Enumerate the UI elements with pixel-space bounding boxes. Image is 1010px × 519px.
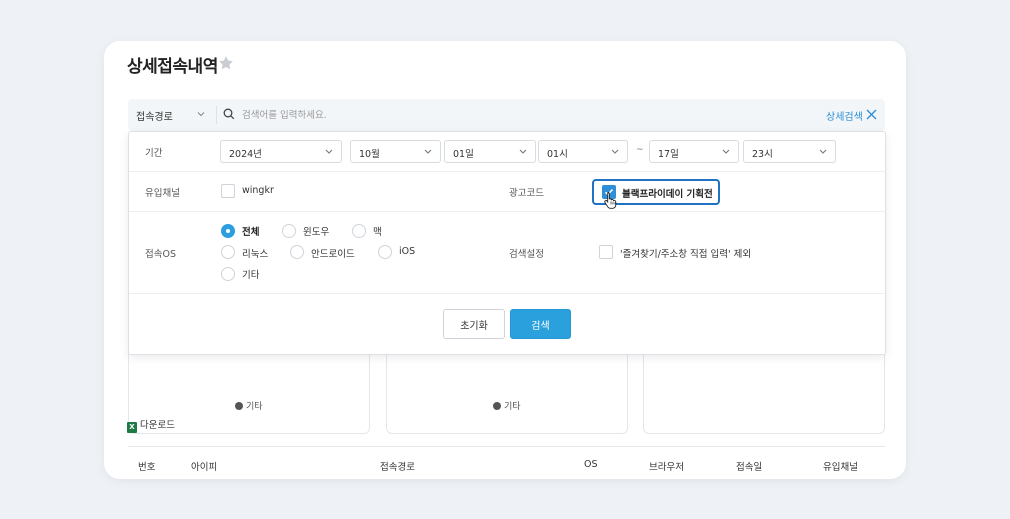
period-row: 기간 2024년 10월 01일 01시 ~ 17일 23시 bbox=[129, 132, 885, 172]
table-header-path: 접속경로 bbox=[380, 462, 415, 473]
table-divider bbox=[128, 446, 885, 447]
start-day-select[interactable]: 01일 bbox=[444, 140, 536, 163]
favorite-star-icon[interactable] bbox=[218, 55, 234, 71]
range-separator: ~ bbox=[636, 145, 644, 155]
search-icon bbox=[223, 108, 235, 120]
channel-row: 유입채널 wingkr 광고코드 bbox=[129, 172, 885, 212]
reset-button[interactable]: 초기화 bbox=[443, 309, 505, 339]
advanced-search-toggle[interactable]: 상세검색 bbox=[826, 108, 863, 123]
excel-icon: X bbox=[127, 422, 137, 433]
os-option-android: 안드로이드 bbox=[311, 249, 355, 260]
chevron-down-icon bbox=[325, 149, 333, 154]
table-header-number: 번호 bbox=[138, 462, 156, 473]
search-button[interactable]: 검색 bbox=[510, 309, 571, 339]
download-button[interactable]: X 다운로드 bbox=[127, 417, 175, 433]
os-option-linux: 리눅스 bbox=[242, 249, 269, 260]
chevron-down-icon bbox=[722, 149, 730, 154]
table-header-os: OS bbox=[584, 459, 598, 470]
divider bbox=[216, 106, 217, 124]
month-select[interactable]: 10월 bbox=[350, 140, 441, 163]
table-header-channel: 유입채널 bbox=[823, 462, 858, 473]
os-option-all: 전체 bbox=[242, 227, 260, 238]
os-option-ios: iOS bbox=[399, 246, 416, 257]
search-setting-checkbox[interactable] bbox=[599, 245, 613, 259]
search-bar: 접속경로 상세검색 bbox=[128, 99, 885, 131]
search-type-select[interactable]: 접속경로 bbox=[136, 108, 173, 123]
search-setting-label: 검색설정 bbox=[509, 249, 544, 260]
page-title: 상세접속내역 bbox=[127, 57, 218, 77]
legend-item: 기타 bbox=[493, 399, 521, 412]
year-select[interactable]: 2024년 bbox=[220, 140, 342, 163]
legend-item: 기타 bbox=[235, 399, 263, 412]
legend-dot bbox=[493, 402, 501, 410]
period-label: 기간 bbox=[145, 148, 163, 159]
chevron-down-icon bbox=[519, 149, 527, 154]
advanced-search-panel: 기간 2024년 10월 01일 01시 ~ 17일 23시 유입채널 wing… bbox=[128, 131, 886, 355]
ad-code-option-highlight[interactable]: 블랙프라이데이 기획전 bbox=[592, 179, 720, 209]
hand-cursor-icon bbox=[604, 192, 617, 209]
os-radio-windows[interactable] bbox=[282, 224, 296, 238]
os-option-windows: 윈도우 bbox=[303, 227, 330, 238]
os-row: 접속OS 전체 윈도우 맥 리눅스 안드로이드 iOS 기타 검색설정 '즐겨찾… bbox=[129, 212, 885, 294]
search-input[interactable] bbox=[242, 106, 762, 124]
end-day-select[interactable]: 17일 bbox=[649, 140, 739, 163]
ad-code-label: 광고코드 bbox=[509, 188, 544, 199]
table-header-browser: 브라우저 bbox=[649, 462, 684, 473]
chevron-down-icon bbox=[424, 149, 432, 154]
chevron-down-icon bbox=[611, 149, 619, 154]
start-hour-select[interactable]: 01시 bbox=[538, 140, 628, 163]
os-radio-other[interactable] bbox=[221, 267, 235, 281]
channel-checkbox[interactable] bbox=[221, 184, 235, 198]
legend-dot bbox=[235, 402, 243, 410]
os-option-mac: 맥 bbox=[373, 227, 382, 238]
os-label: 접속OS bbox=[145, 249, 176, 260]
os-radio-android[interactable] bbox=[290, 245, 304, 259]
channel-option-label: wingkr bbox=[242, 185, 274, 196]
os-radio-all[interactable] bbox=[221, 224, 235, 238]
close-icon[interactable] bbox=[866, 109, 877, 120]
chevron-down-icon[interactable] bbox=[197, 110, 205, 118]
table-header-date: 접속일 bbox=[736, 462, 763, 473]
os-radio-ios[interactable] bbox=[378, 245, 392, 259]
os-radio-linux[interactable] bbox=[221, 245, 235, 259]
end-hour-select[interactable]: 23시 bbox=[743, 140, 836, 163]
ad-code-option-label: 블랙프라이데이 기획전 bbox=[622, 189, 713, 200]
os-radio-mac[interactable] bbox=[352, 224, 366, 238]
table-header-ip: 아이피 bbox=[191, 462, 218, 473]
os-option-other: 기타 bbox=[242, 270, 260, 281]
channel-label: 유입채널 bbox=[145, 188, 180, 199]
chevron-down-icon bbox=[819, 149, 827, 154]
search-setting-option-label: '즐겨찾기/주소창 직접 입력' 제외 bbox=[620, 249, 752, 260]
